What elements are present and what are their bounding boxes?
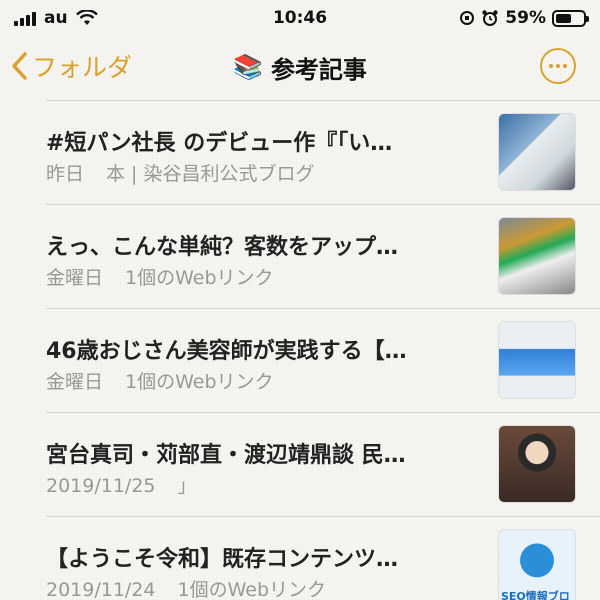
note-title: #短パン社長 のデビュー作『「い… <box>46 131 393 156</box>
signal-icon <box>14 10 36 26</box>
note-thumbnail <box>498 425 576 503</box>
note-thumbnail <box>498 113 576 191</box>
books-icon: 📚 <box>233 53 263 81</box>
note-date: 昨日 <box>46 163 85 185</box>
thumbnail-caption: SEO情報ブロ <box>501 590 570 600</box>
note-subtitle: 」 <box>177 475 197 497</box>
note-title: 46歳おじさん美容師が実践する【… <box>46 339 407 364</box>
list-item[interactable]: #短パン社長 のデビュー作『「い… 昨日本 | 染谷昌利公式ブログ <box>46 100 600 204</box>
alarm-icon <box>482 10 498 26</box>
note-subtitle: 1個のWebリンク <box>125 371 274 393</box>
note-meta: 昨日本 | 染谷昌利公式ブログ <box>46 159 466 186</box>
note-meta: 金曜日 1個のWebリンク <box>46 263 466 290</box>
orientation-lock-icon <box>460 11 475 25</box>
ellipsis-icon <box>549 64 553 68</box>
clock: 10:46 <box>272 8 328 28</box>
battery-percent: 59% <box>505 8 546 28</box>
status-bar: au 10:46 59% <box>0 0 600 36</box>
back-button[interactable]: フォルダ <box>10 48 132 84</box>
note-meta: 2019/11/25 」 <box>46 471 466 498</box>
note-thumbnail: SEO情報ブロ <box>498 529 576 600</box>
notes-list: #短パン社長 のデビュー作『「い… 昨日本 | 染谷昌利公式ブログ えっ、こんな… <box>46 100 600 600</box>
note-subtitle: 1個のWebリンク <box>177 579 327 600</box>
carrier-label: au <box>44 8 68 28</box>
back-label: フォルダ <box>32 53 133 82</box>
list-item[interactable]: えっ、こんな単純？客数をアップ… 金曜日 1個のWebリンク <box>46 204 600 308</box>
chevron-left-icon <box>12 52 27 80</box>
note-title: 【ようこそ令和】既存コンテンツ… <box>46 547 399 572</box>
page-title: 📚 参考記事 <box>233 50 367 85</box>
note-date: 金曜日 <box>46 267 104 289</box>
battery-icon <box>552 9 589 27</box>
note-thumbnail <box>498 321 576 399</box>
page-title-text: 参考記事 <box>270 55 367 84</box>
note-date: 金曜日 <box>46 371 104 393</box>
note-subtitle: 本 | 染谷昌利公式ブログ <box>106 163 315 185</box>
list-item[interactable]: 宮台真司・苅部直・渡辺靖鼎談 民… 2019/11/25 」 <box>46 412 600 516</box>
note-date: 2019/11/24 <box>46 579 156 600</box>
note-subtitle: 1個のWebリンク <box>125 267 274 289</box>
note-meta: 金曜日 1個のWebリンク <box>46 367 466 394</box>
note-title: 宮台真司・苅部直・渡辺靖鼎談 民… <box>46 443 406 468</box>
note-meta: 2019/11/24 1個のWebリンク <box>46 575 466 600</box>
note-date: 2019/11/25 <box>46 475 156 497</box>
list-item[interactable]: 【ようこそ令和】既存コンテンツ… 2019/11/24 1個のWebリンク SEO… <box>46 516 600 600</box>
note-thumbnail <box>498 217 576 295</box>
more-button[interactable] <box>540 48 576 84</box>
wifi-icon <box>75 10 98 25</box>
navigation-bar: フォルダ 📚 参考記事 <box>0 40 600 94</box>
note-title: えっ、こんな単純？客数をアップ… <box>46 235 399 260</box>
list-item[interactable]: 46歳おじさん美容師が実践する【… 金曜日 1個のWebリンク <box>46 308 600 412</box>
